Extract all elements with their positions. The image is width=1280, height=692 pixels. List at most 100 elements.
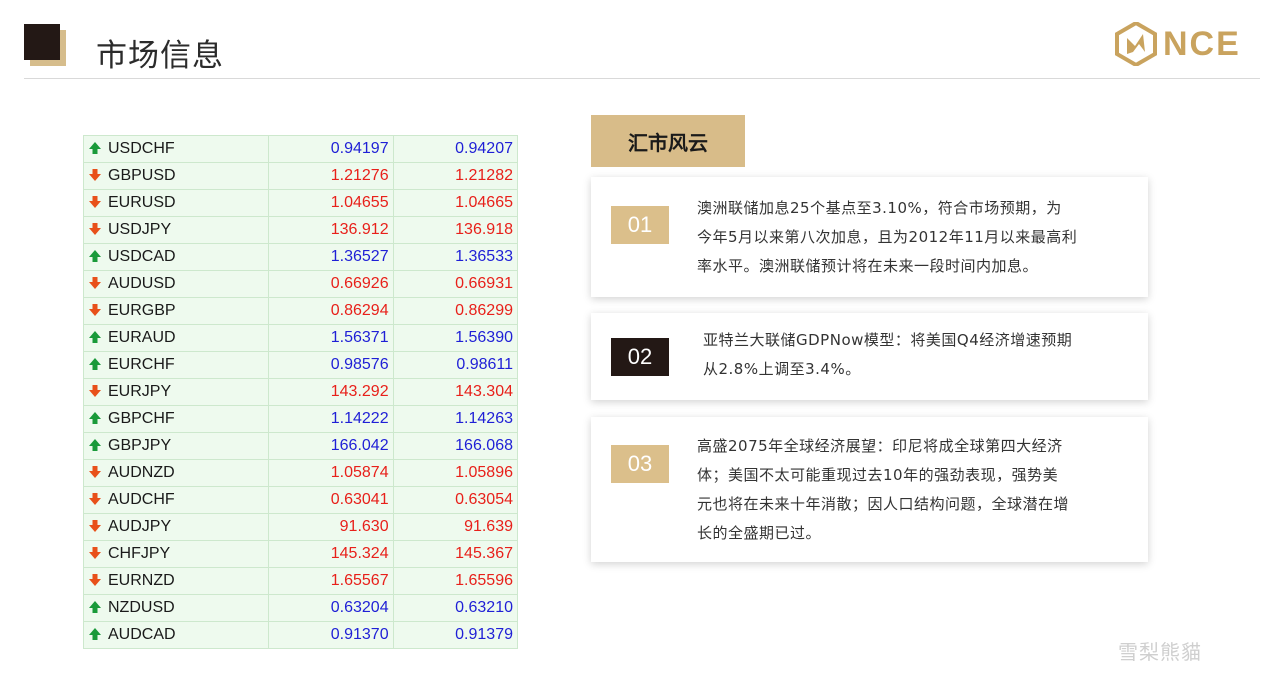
fx-ask-cell: 1.65596 xyxy=(392,567,519,595)
fx-ask-cell: 136.918 xyxy=(392,216,519,244)
fx-ask-cell: 0.63210 xyxy=(392,594,519,622)
fx-bid-cell: 0.98576 xyxy=(268,351,394,379)
fx-ask-cell: 0.94207 xyxy=(392,135,519,163)
fx-table-row: EURJPY 143.292 143.304 xyxy=(82,378,519,406)
fx-ask-cell: 91.639 xyxy=(392,513,519,541)
fx-symbol-cell: CHFJPY xyxy=(82,540,270,568)
fx-symbol-cell: EURGBP xyxy=(82,297,270,325)
down-arrow-icon xyxy=(89,195,101,208)
fx-table-row: EURCHF 0.98576 0.98611 xyxy=(82,351,519,379)
fx-bid-cell: 0.63204 xyxy=(268,594,394,622)
fx-symbol: USDJPY xyxy=(108,221,172,238)
up-arrow-icon xyxy=(89,627,101,640)
fx-bid-cell: 166.042 xyxy=(268,432,394,460)
down-arrow-icon xyxy=(89,546,101,559)
news-text-line: 亚特兰大联储GDPNow模型：将美国Q4经济增速预期 xyxy=(703,331,1073,349)
fx-symbol: AUDCHF xyxy=(108,491,175,508)
news-text-line: 元也将在未来十年消散；因人口结构问题，全球潜在增 xyxy=(697,495,1070,513)
fx-ask-cell: 143.304 xyxy=(392,378,519,406)
fx-symbol-cell: EURCHF xyxy=(82,351,270,379)
down-arrow-icon xyxy=(89,519,101,532)
fx-bid-cell: 0.91370 xyxy=(268,621,394,649)
fx-ask-cell: 1.56390 xyxy=(392,324,519,352)
up-arrow-icon xyxy=(89,411,101,424)
fx-symbol-cell: AUDJPY xyxy=(82,513,270,541)
up-arrow-icon xyxy=(89,330,101,343)
fx-bid-cell: 91.630 xyxy=(268,513,394,541)
fx-table-row: EURGBP 0.86294 0.86299 xyxy=(82,297,519,325)
title-accent-block xyxy=(24,24,60,60)
fx-ask-cell: 1.05896 xyxy=(392,459,519,487)
up-arrow-icon xyxy=(89,249,101,262)
fx-symbol: USDCAD xyxy=(108,248,176,265)
nce-logo: NCE xyxy=(1115,20,1257,68)
fx-table-row: GBPJPY 166.042 166.068 xyxy=(82,432,519,460)
up-arrow-icon xyxy=(89,600,101,613)
fx-symbol: AUDCAD xyxy=(108,626,176,643)
fx-table-row: EURNZD 1.65567 1.65596 xyxy=(82,567,519,595)
fx-symbol: GBPJPY xyxy=(108,437,172,454)
news-number-badge: 03 xyxy=(611,445,669,483)
news-text: 亚特兰大联储GDPNow模型：将美国Q4经济增速预期 从2.8%上调至3.4%。 xyxy=(703,326,1072,384)
fx-ask-cell: 1.14263 xyxy=(392,405,519,433)
down-arrow-icon xyxy=(89,222,101,235)
fx-symbol-cell: GBPJPY xyxy=(82,432,270,460)
fx-bid-cell: 1.04655 xyxy=(268,189,394,217)
fx-bid-cell: 136.912 xyxy=(268,216,394,244)
fx-symbol: EURNZD xyxy=(108,572,175,589)
fx-symbol: CHFJPY xyxy=(108,545,171,562)
news-number-badge: 01 xyxy=(611,206,669,244)
fx-table-row: AUDUSD 0.66926 0.66931 xyxy=(82,270,519,298)
fx-symbol-cell: GBPUSD xyxy=(82,162,270,190)
fx-symbol: AUDUSD xyxy=(108,275,176,292)
fx-symbol: EURAUD xyxy=(108,329,176,346)
fx-bid-cell: 145.324 xyxy=(268,540,394,568)
fx-symbol: GBPUSD xyxy=(108,167,176,184)
up-arrow-icon xyxy=(89,141,101,154)
fx-table-row: AUDCAD 0.91370 0.91379 xyxy=(82,621,519,649)
news-number-badge: 02 xyxy=(611,338,669,376)
news-text-line: 从2.8%上调至3.4%。 xyxy=(703,360,861,378)
fx-symbol-cell: AUDUSD xyxy=(82,270,270,298)
fx-bid-cell: 143.292 xyxy=(268,378,394,406)
fx-table-row: USDJPY 136.912 136.918 xyxy=(82,216,519,244)
fx-symbol-cell: USDCHF xyxy=(82,135,270,163)
news-text: 澳洲联储加息25个基点至3.10%，符合市场预期，为 今年5月以来第八次加息，且… xyxy=(697,194,1077,281)
fx-bid-cell: 1.14222 xyxy=(268,405,394,433)
news-text: 高盛2075年全球经济展望：印尼将成全球第四大经济 体；美国不太可能重现过去10… xyxy=(697,432,1069,548)
fx-symbol: EURJPY xyxy=(108,383,172,400)
fx-symbol-cell: AUDCAD xyxy=(82,621,270,649)
fx-symbol-cell: AUDNZD xyxy=(82,459,270,487)
fx-quote-table: USDCHF 0.94197 0.94207 GBPUSD 1.21276 1.21282… xyxy=(82,135,519,649)
fx-ask-cell: 0.98611 xyxy=(392,351,519,379)
fx-symbol: EURUSD xyxy=(108,194,176,211)
down-arrow-icon xyxy=(89,303,101,316)
fx-bid-cell: 1.56371 xyxy=(268,324,394,352)
news-text-line: 今年5月以来第八次加息，且为2012年11月以来最高利 xyxy=(697,228,1078,246)
news-card-1: 01 澳洲联储加息25个基点至3.10%，符合市场预期，为 今年5月以来第八次加… xyxy=(591,177,1148,297)
up-arrow-icon xyxy=(89,357,101,370)
news-card-3: 03 高盛2075年全球经济展望：印尼将成全球第四大经济 体；美国不太可能重现过… xyxy=(591,417,1148,562)
fx-table-row: GBPCHF 1.14222 1.14263 xyxy=(82,405,519,433)
fx-bid-cell: 0.94197 xyxy=(268,135,394,163)
fx-bid-cell: 0.66926 xyxy=(268,270,394,298)
news-text-line: 长的全盛期已过。 xyxy=(697,524,822,542)
fx-table-row: AUDCHF 0.63041 0.63054 xyxy=(82,486,519,514)
news-text-line: 澳洲联储加息25个基点至3.10%，符合市场预期，为 xyxy=(697,199,1062,217)
fx-ask-cell: 145.367 xyxy=(392,540,519,568)
fx-table-row: USDCHF 0.94197 0.94207 xyxy=(82,135,519,163)
fx-symbol-cell: EURJPY xyxy=(82,378,270,406)
fx-ask-cell: 1.36533 xyxy=(392,243,519,271)
fx-bid-cell: 1.21276 xyxy=(268,162,394,190)
header-divider xyxy=(24,78,1260,79)
down-arrow-icon xyxy=(89,276,101,289)
fx-table-row: GBPUSD 1.21276 1.21282 xyxy=(82,162,519,190)
down-arrow-icon xyxy=(89,573,101,586)
fx-ask-cell: 0.63054 xyxy=(392,486,519,514)
fx-bid-cell: 0.63041 xyxy=(268,486,394,514)
news-panel-title: 汇市风云 xyxy=(591,115,745,167)
fx-symbol: EURGBP xyxy=(108,302,176,319)
fx-symbol: EURCHF xyxy=(108,356,175,373)
fx-symbol: GBPCHF xyxy=(108,410,175,427)
fx-bid-cell: 1.65567 xyxy=(268,567,394,595)
